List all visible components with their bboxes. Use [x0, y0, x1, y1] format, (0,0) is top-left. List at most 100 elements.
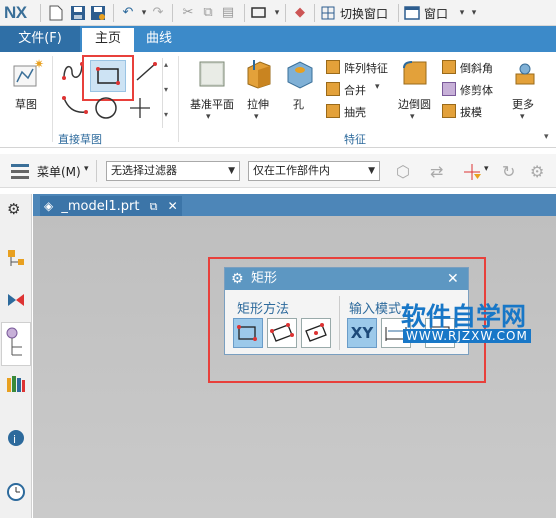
filter-icon[interactable]: ⇄: [430, 162, 450, 182]
document-tab[interactable]: ◈ _model1.prt ⧉ ✕: [40, 196, 182, 216]
separator: [398, 4, 399, 22]
sketch-label[interactable]: 草图: [15, 96, 37, 112]
trim-body-label[interactable]: 修剪体: [460, 82, 493, 98]
separator: [113, 4, 114, 22]
new-file-icon[interactable]: [48, 5, 64, 21]
draft-label[interactable]: 拔模: [460, 104, 482, 120]
tab-file[interactable]: 文件(F): [0, 26, 80, 52]
line-icon[interactable]: [134, 60, 158, 84]
chevron-down-icon[interactable]: ▾: [206, 112, 211, 122]
separator: [178, 56, 179, 142]
dialog-title: 矩形: [251, 271, 278, 286]
chevron-down-icon[interactable]: ▾: [520, 112, 525, 122]
cut-icon[interactable]: ✂: [180, 5, 196, 21]
shell-label[interactable]: 抽壳: [344, 104, 366, 120]
history-icon[interactable]: [6, 482, 26, 502]
window-icon[interactable]: [404, 5, 420, 21]
arc-icon[interactable]: [60, 92, 88, 118]
edge-blend-label[interactable]: 边倒圆: [398, 96, 431, 112]
rotate-icon[interactable]: ↻: [502, 162, 522, 182]
tab-home[interactable]: 主页: [82, 26, 134, 52]
part-navigator-tab[interactable]: [1, 322, 31, 366]
shell-icon[interactable]: [326, 104, 340, 118]
point-snap-icon[interactable]: [462, 162, 482, 182]
rectangle-method-label: 矩形方法: [237, 302, 290, 317]
more-label[interactable]: 更多: [512, 96, 534, 112]
chevron-down-icon[interactable]: ▾: [375, 82, 380, 92]
sketch-icon[interactable]: ✷: [12, 57, 44, 90]
chevron-down-icon[interactable]: ▾: [410, 112, 415, 122]
extrude-icon[interactable]: [242, 58, 274, 90]
copy-icon[interactable]: ⧉: [200, 5, 216, 21]
quick-access-toolbar: NX ↶ ▾ ↷ ✂ ⧉ ▤ ▾ ◆ 切换窗口 窗口 ▾ ▾: [0, 0, 556, 26]
separator: [244, 4, 245, 22]
watermark-text: 软件自学网: [401, 302, 527, 331]
reuse-library-icon[interactable]: [6, 374, 26, 394]
draft-icon[interactable]: [442, 104, 456, 118]
selection-filter-dropdown[interactable]: 无选择过滤器 ▼: [106, 161, 240, 181]
datum-plane-icon[interactable]: [196, 58, 228, 90]
separator: [339, 296, 340, 350]
undo-icon[interactable]: ↶: [120, 5, 136, 21]
ribbon-tab-bar: 文件(F) 主页 曲线: [0, 26, 556, 52]
chamfer-label[interactable]: 倒斜角: [460, 60, 493, 76]
by-three-points-button[interactable]: [267, 318, 297, 348]
nx-logo: NX: [4, 3, 27, 22]
separator: [285, 4, 286, 22]
collapse-ribbon-icon[interactable]: ▾: [544, 132, 549, 142]
document-tab-label: _model1.prt: [61, 199, 140, 214]
gallery-scroll[interactable]: ▴ ▾ ▾: [162, 58, 172, 128]
datum-plane-label[interactable]: 基准平面: [190, 96, 234, 112]
constraint-navigator-icon[interactable]: [6, 290, 26, 310]
save-icon[interactable]: [70, 5, 86, 21]
rectangle-icon[interactable]: [90, 60, 126, 92]
unite-icon[interactable]: [326, 82, 340, 96]
extrude-label[interactable]: 拉伸: [247, 96, 269, 112]
gear-snap-icon[interactable]: ⚙: [530, 162, 550, 182]
point-icon[interactable]: [128, 96, 152, 120]
circle-icon[interactable]: [94, 96, 118, 120]
gear-icon[interactable]: ⚙: [7, 200, 20, 218]
window-menu-label[interactable]: 窗口: [424, 5, 448, 22]
separator: [172, 4, 173, 22]
hole-icon[interactable]: [284, 58, 316, 90]
separator: [96, 160, 97, 182]
chamfer-icon[interactable]: [442, 60, 456, 74]
select-rectangle-icon[interactable]: [250, 5, 266, 21]
paste-icon[interactable]: ▤: [220, 5, 236, 21]
edge-blend-icon[interactable]: [400, 58, 430, 90]
more-icon[interactable]: [512, 62, 538, 88]
chevron-down-icon[interactable]: ▾: [254, 112, 259, 122]
svg-text:✷: ✷: [34, 58, 44, 71]
direct-sketch-group-label: 直接草图: [58, 133, 102, 146]
unite-label[interactable]: 合并: [344, 82, 366, 98]
close-tab-icon[interactable]: ✕: [168, 199, 178, 213]
chevron-down-icon[interactable]: ▾: [484, 164, 489, 174]
by-two-points-button[interactable]: [233, 318, 263, 348]
snap-icon[interactable]: ⬡: [396, 162, 416, 182]
customize-icon[interactable]: ▾: [466, 5, 482, 21]
from-center-button[interactable]: [301, 318, 331, 348]
menu-label[interactable]: 菜单(M): [37, 163, 81, 180]
tab-curve[interactable]: 曲线: [146, 26, 172, 52]
redo-icon[interactable]: ↷: [150, 5, 166, 21]
switch-window-icon[interactable]: [320, 5, 336, 21]
coordinate-mode-button[interactable]: XY: [347, 318, 377, 348]
save-all-icon[interactable]: [90, 5, 106, 21]
pattern-feature-label[interactable]: 阵列特征: [344, 60, 388, 76]
switch-window-label[interactable]: 切换窗口: [340, 5, 388, 22]
menu-icon[interactable]: [10, 162, 30, 180]
trim-body-icon[interactable]: [442, 82, 456, 96]
selection-scope-dropdown[interactable]: 仅在工作部件内 ▼: [248, 161, 380, 181]
hole-label[interactable]: 孔: [293, 96, 304, 112]
eraser-icon[interactable]: ◆: [292, 5, 308, 21]
gear-icon[interactable]: ⚙: [231, 268, 244, 290]
web-browser-icon[interactable]: i: [6, 428, 26, 448]
pattern-feature-icon[interactable]: [326, 60, 340, 74]
part-icon: ◈: [44, 199, 54, 213]
assembly-navigator-icon[interactable]: [6, 248, 26, 268]
chevron-down-icon[interactable]: ▾: [84, 164, 89, 174]
close-icon[interactable]: ✕: [447, 268, 459, 290]
chevron-down-icon[interactable]: ▾: [269, 5, 285, 21]
dialog-title-bar[interactable]: ⚙ 矩形 ✕: [225, 268, 468, 290]
